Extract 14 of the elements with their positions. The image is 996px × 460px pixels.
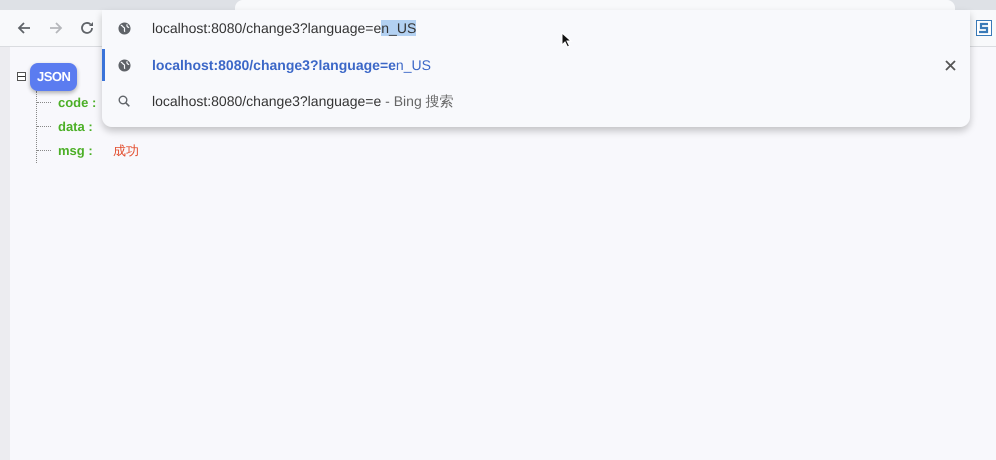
address-field[interactable]: localhost:8080/change3?language=en_US: [152, 18, 416, 39]
suggestion-text: localhost:8080/change3?language=e - Bing 搜索: [152, 92, 454, 111]
collapse-toggle[interactable]: [17, 72, 26, 82]
reload-icon: [80, 21, 96, 35]
back-icon: [16, 21, 32, 35]
json-value: 成功: [113, 142, 139, 160]
root-label: JSON: [30, 63, 78, 90]
cursor-icon: [561, 32, 573, 48]
forward-icon: [48, 21, 64, 35]
close-button[interactable]: [945, 60, 956, 70]
json-key: msg :: [58, 140, 113, 160]
suggestion-item[interactable]: localhost:8080/change3?language=en_US: [102, 47, 970, 83]
suggestion-text: localhost:8080/change3?language=en_US: [152, 56, 431, 75]
json-key: data :: [58, 116, 113, 136]
